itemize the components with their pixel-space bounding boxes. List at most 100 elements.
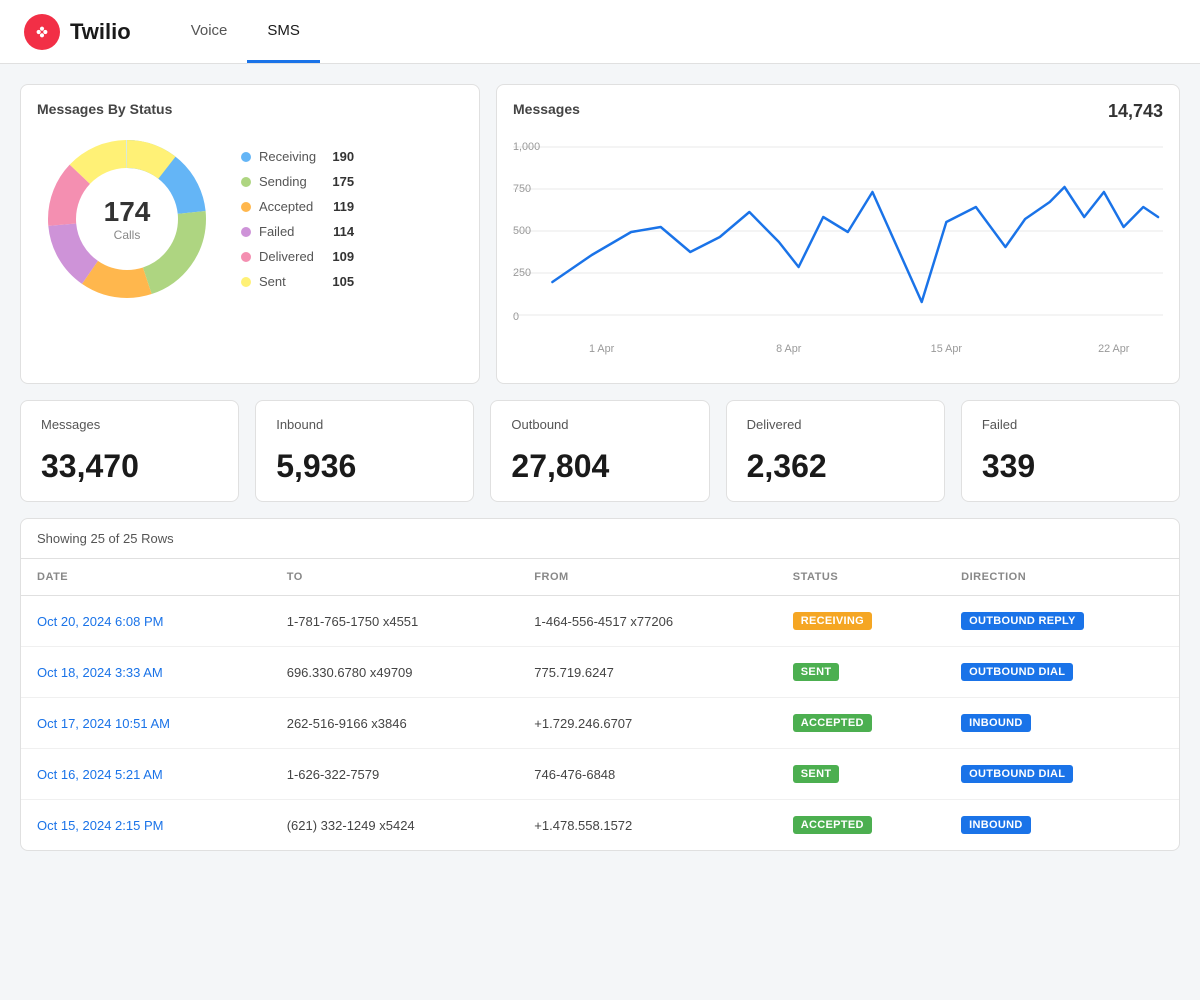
- stat-value: 2,362: [747, 448, 924, 485]
- legend-label: Sending: [259, 174, 316, 189]
- legend-dot: [241, 152, 251, 162]
- legend: Receiving 190 Sending 175 Accepted 119 F…: [241, 149, 354, 289]
- direction-badge: INBOUND: [961, 816, 1030, 834]
- cell-from: 746-476-6848: [518, 749, 777, 800]
- cell-direction: OUTBOUND REPLY: [945, 596, 1179, 647]
- legend-item: Delivered 109: [241, 249, 354, 264]
- table-header-row: DATETOFROMSTATUSDIRECTION: [21, 559, 1179, 596]
- date-link[interactable]: Oct 17, 2024 10:51 AM: [37, 716, 170, 731]
- stat-value: 339: [982, 448, 1159, 485]
- stat-value: 5,936: [276, 448, 453, 485]
- cell-date[interactable]: Oct 15, 2024 2:15 PM: [21, 800, 271, 851]
- twilio-logo-icon: [24, 14, 60, 50]
- status-badge: ACCEPTED: [793, 714, 872, 732]
- nav-voice[interactable]: Voice: [171, 0, 248, 63]
- stat-label: Inbound: [276, 417, 453, 432]
- svg-text:500: 500: [513, 225, 531, 237]
- cell-from: 1-464-556-4517 x77206: [518, 596, 777, 647]
- top-row: Messages By Status: [20, 84, 1180, 384]
- col-direction: DIRECTION: [945, 559, 1179, 596]
- messages-by-status-card: Messages By Status: [20, 84, 480, 384]
- status-card-title: Messages By Status: [37, 101, 463, 117]
- main-content: Messages By Status: [0, 64, 1200, 871]
- date-link[interactable]: Oct 18, 2024 3:33 AM: [37, 665, 163, 680]
- legend-dot: [241, 177, 251, 187]
- messages-chart-card: Messages 14,743 1,000 750 500 250 0: [496, 84, 1180, 384]
- status-body: 174 Calls Receiving 190 Sending 175 Acce…: [37, 129, 463, 309]
- direction-badge: OUTBOUND DIAL: [961, 765, 1073, 783]
- legend-item: Sending 175: [241, 174, 354, 189]
- status-badge: SENT: [793, 765, 840, 783]
- legend-dot: [241, 252, 251, 262]
- stat-value: 27,804: [511, 448, 688, 485]
- cell-date[interactable]: Oct 16, 2024 5:21 AM: [21, 749, 271, 800]
- direction-badge: OUTBOUND DIAL: [961, 663, 1073, 681]
- legend-label: Delivered: [259, 249, 316, 264]
- donut-label: Calls: [104, 228, 151, 242]
- stat-value: 33,470: [41, 448, 218, 485]
- stat-label: Outbound: [511, 417, 688, 432]
- legend-value: 175: [324, 174, 354, 189]
- stat-label: Failed: [982, 417, 1159, 432]
- cell-to: (621) 332-1249 x5424: [271, 800, 519, 851]
- date-link[interactable]: Oct 15, 2024 2:15 PM: [37, 818, 163, 833]
- cell-to: 1-626-322-7579: [271, 749, 519, 800]
- col-status: STATUS: [777, 559, 945, 596]
- donut-center: 174 Calls: [104, 196, 151, 242]
- donut-number: 174: [104, 196, 151, 228]
- line-chart-svg: 1,000 750 500 250 0 1 Apr 8 Apr 15 Apr 2…: [513, 137, 1163, 367]
- messages-table: DATETOFROMSTATUSDIRECTION Oct 20, 2024 6…: [21, 559, 1179, 850]
- legend-item: Failed 114: [241, 224, 354, 239]
- legend-dot: [241, 227, 251, 237]
- chart-header: Messages 14,743: [513, 101, 1163, 129]
- legend-item: Accepted 119: [241, 199, 354, 214]
- cell-status: SENT: [777, 749, 945, 800]
- cell-direction: OUTBOUND DIAL: [945, 647, 1179, 698]
- legend-value: 190: [324, 149, 354, 164]
- legend-label: Sent: [259, 274, 316, 289]
- legend-label: Failed: [259, 224, 316, 239]
- direction-badge: OUTBOUND REPLY: [961, 612, 1083, 630]
- stat-card-delivered: Delivered 2,362: [726, 400, 945, 502]
- cell-from: +1.729.246.6707: [518, 698, 777, 749]
- legend-value: 105: [324, 274, 354, 289]
- logo-text: Twilio: [70, 19, 131, 45]
- stat-label: Delivered: [747, 417, 924, 432]
- cell-date[interactable]: Oct 17, 2024 10:51 AM: [21, 698, 271, 749]
- table-card: Showing 25 of 25 Rows DATETOFROMSTATUSDI…: [20, 518, 1180, 851]
- legend-value: 114: [324, 224, 354, 239]
- cell-date[interactable]: Oct 18, 2024 3:33 AM: [21, 647, 271, 698]
- legend-value: 119: [324, 199, 354, 214]
- cell-to: 1-781-765-1750 x4551: [271, 596, 519, 647]
- direction-badge: INBOUND: [961, 714, 1030, 732]
- cell-direction: INBOUND: [945, 698, 1179, 749]
- legend-label: Accepted: [259, 199, 316, 214]
- table-row: Oct 15, 2024 2:15 PM (621) 332-1249 x542…: [21, 800, 1179, 851]
- svg-text:22 Apr: 22 Apr: [1098, 343, 1130, 355]
- cell-from: +1.478.558.1572: [518, 800, 777, 851]
- cell-status: ACCEPTED: [777, 698, 945, 749]
- date-link[interactable]: Oct 20, 2024 6:08 PM: [37, 614, 163, 629]
- col-from: FROM: [518, 559, 777, 596]
- logo: Twilio: [24, 14, 131, 50]
- chart-title: Messages: [513, 101, 580, 117]
- chart-area: 1,000 750 500 250 0 1 Apr 8 Apr 15 Apr 2…: [513, 137, 1163, 367]
- date-link[interactable]: Oct 16, 2024 5:21 AM: [37, 767, 163, 782]
- cell-status: RECEIVING: [777, 596, 945, 647]
- legend-label: Receiving: [259, 149, 316, 164]
- chart-total: 14,743: [1108, 101, 1163, 122]
- legend-value: 109: [324, 249, 354, 264]
- legend-item: Receiving 190: [241, 149, 354, 164]
- nav-sms[interactable]: SMS: [247, 0, 320, 63]
- table-row: Oct 17, 2024 10:51 AM 262-516-9166 x3846…: [21, 698, 1179, 749]
- svg-text:250: 250: [513, 267, 531, 279]
- cell-to: 696.330.6780 x49709: [271, 647, 519, 698]
- header: Twilio Voice SMS: [0, 0, 1200, 64]
- cell-date[interactable]: Oct 20, 2024 6:08 PM: [21, 596, 271, 647]
- svg-text:0: 0: [513, 311, 519, 323]
- stats-row: Messages 33,470 Inbound 5,936 Outbound 2…: [20, 400, 1180, 502]
- table-head: DATETOFROMSTATUSDIRECTION: [21, 559, 1179, 596]
- table-body: Oct 20, 2024 6:08 PM 1-781-765-1750 x455…: [21, 596, 1179, 851]
- svg-text:1 Apr: 1 Apr: [589, 343, 615, 355]
- status-badge: RECEIVING: [793, 612, 872, 630]
